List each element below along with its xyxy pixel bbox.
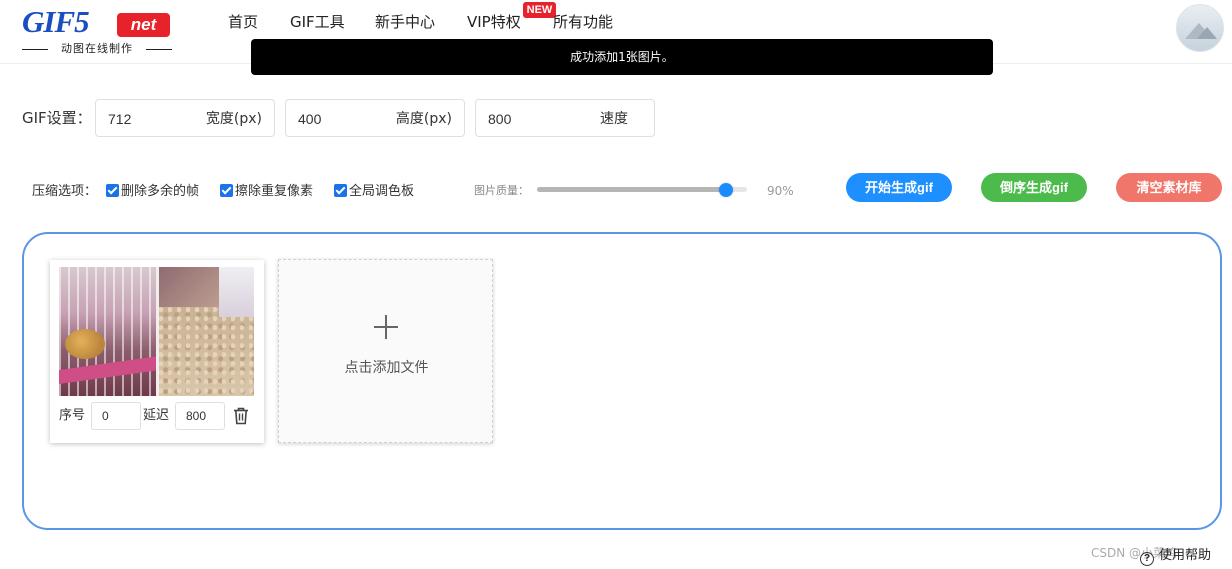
order-label: 序号 — [59, 408, 86, 423]
toast-message: 成功添加1张图片。 — [251, 39, 993, 75]
quality-slider[interactable] — [537, 183, 747, 197]
frame-thumbnail[interactable] — [59, 267, 254, 396]
reverse-generate-gif-button[interactable]: 倒序生成gif — [981, 173, 1087, 202]
start-generate-gif-button[interactable]: 开始生成gif — [846, 173, 952, 202]
speed-setting: 速度 — [475, 99, 655, 137]
gif-settings-label: GIF设置： — [22, 109, 92, 127]
speed-unit: 速度 — [600, 111, 628, 127]
logo-net-badge: net — [117, 13, 170, 37]
nav-home[interactable]: 首页 — [228, 12, 258, 32]
width-unit: 宽度(px) — [205, 111, 262, 127]
checkbox-checked-icon[interactable] — [106, 184, 119, 197]
add-file-card[interactable]: 点击添加文件 — [278, 259, 493, 443]
logo[interactable]: GIF5 net 动图在线制作 — [22, 6, 172, 60]
new-badge: NEW — [523, 2, 556, 18]
height-setting: 高度(px) — [285, 99, 465, 137]
checkbox-checked-icon[interactable] — [220, 184, 233, 197]
nav-beginner-center[interactable]: 新手中心 — [375, 12, 435, 32]
width-setting: 宽度(px) — [95, 99, 275, 137]
clear-library-button[interactable]: 清空素材库 — [1116, 173, 1222, 202]
trash-icon[interactable] — [233, 407, 249, 425]
speed-input[interactable] — [488, 109, 568, 129]
quality-slider-handle[interactable] — [719, 183, 733, 197]
nav-gif-tools[interactable]: GIF工具 — [290, 12, 345, 32]
page: GIF5 net 动图在线制作 首页 GIF工具 新手中心 VIP特权 NEW … — [0, 0, 1232, 569]
frame-card: 序号 延迟 — [50, 260, 264, 443]
remove-redundant-frames-checkbox[interactable]: 删除多余的帧 — [106, 184, 199, 200]
width-input[interactable] — [108, 109, 188, 129]
compression-label: 压缩选项： — [32, 184, 98, 199]
delay-input[interactable] — [175, 402, 225, 430]
delay-label: 延迟 — [143, 408, 170, 423]
help-icon: ? — [1140, 552, 1154, 566]
global-palette-checkbox[interactable]: 全局调色板 — [334, 184, 414, 200]
erase-duplicate-pixels-checkbox[interactable]: 擦除重复像素 — [220, 184, 313, 200]
checkbox-checked-icon[interactable] — [334, 184, 347, 197]
logo-main-text: GIF5 — [22, 4, 90, 39]
height-input[interactable] — [298, 109, 378, 129]
plus-icon — [374, 315, 398, 339]
nav-vip[interactable]: VIP特权 — [467, 12, 521, 32]
nav-all-features[interactable]: 所有功能 — [553, 12, 613, 32]
help-label: 使用帮助 — [1159, 548, 1212, 563]
avatar[interactable] — [1176, 4, 1224, 52]
logo-subtitle: 动图在线制作 — [22, 42, 172, 56]
height-unit: 高度(px) — [395, 111, 452, 127]
add-file-label: 点击添加文件 — [344, 360, 429, 376]
quality-slider-fill — [537, 187, 726, 192]
quality-label: 图片质量： — [474, 184, 529, 197]
help-link[interactable]: ? 使用帮助 — [1140, 547, 1212, 566]
order-input[interactable] — [91, 402, 141, 430]
quality-value: 90% — [767, 184, 794, 198]
checkbox-label: 删除多余的帧 — [121, 184, 200, 199]
frame-controls: 序号 延迟 — [59, 402, 255, 430]
checkbox-label: 全局调色板 — [349, 184, 415, 199]
checkbox-label: 擦除重复像素 — [235, 184, 314, 199]
